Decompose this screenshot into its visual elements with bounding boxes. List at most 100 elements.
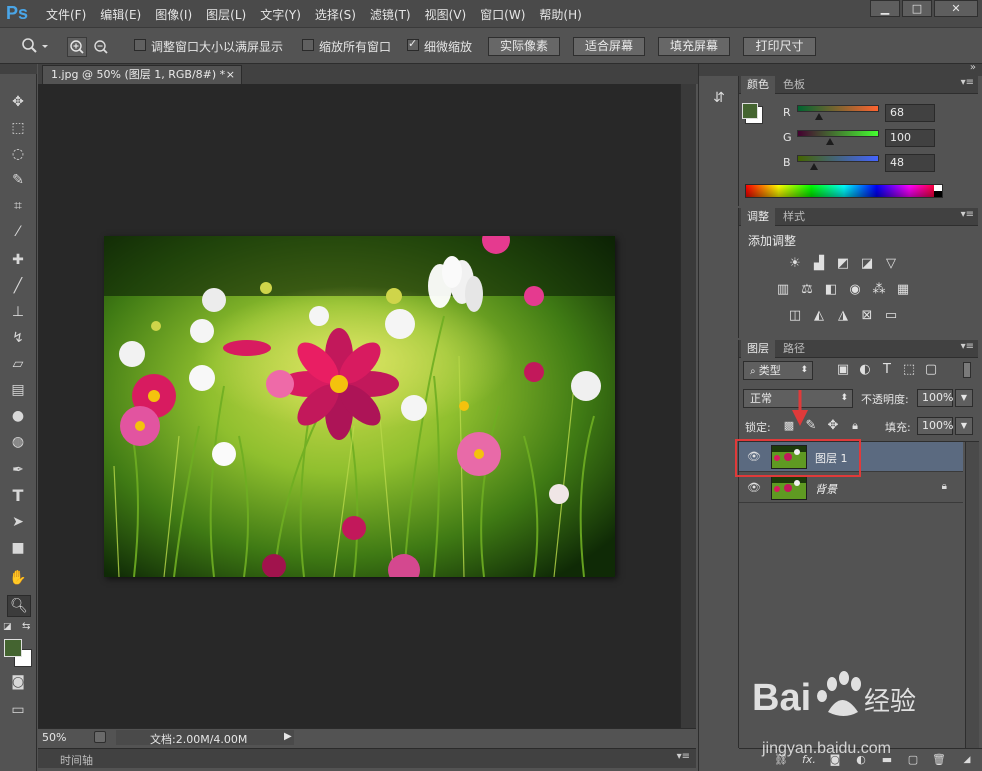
- tab-paths[interactable]: 路径: [777, 340, 811, 358]
- fill-screen-button[interactable]: 填充屏幕: [658, 37, 730, 56]
- maximize-icon[interactable]: □: [902, 0, 932, 17]
- menu-file[interactable]: 文件(F): [46, 6, 86, 23]
- fill-input[interactable]: 100%: [917, 417, 953, 435]
- print-size-button[interactable]: 打印尺寸: [743, 37, 816, 56]
- type-tool-icon[interactable]: T: [8, 486, 28, 506]
- status-menu-arrow-icon[interactable]: ▶: [284, 731, 292, 742]
- red-slider-thumb[interactable]: [815, 113, 823, 120]
- color-lookup-icon[interactable]: ▦: [895, 282, 911, 298]
- exposure-icon[interactable]: ◪: [859, 256, 875, 272]
- menu-select[interactable]: 选择(S): [315, 6, 356, 23]
- crop-tool-icon[interactable]: ⌗: [8, 196, 28, 216]
- blur-tool-icon[interactable]: ●: [8, 406, 28, 426]
- invert-icon[interactable]: ◫: [787, 308, 803, 324]
- canvas-vertical-scrollbar[interactable]: [680, 84, 696, 728]
- layer-filter-toggle[interactable]: [963, 362, 971, 378]
- filter-adjustment-layer-icon[interactable]: ◐: [857, 362, 873, 378]
- layer-row[interactable]: 👁︎ 背景 🔒︎: [739, 473, 963, 503]
- zoom-all-windows-checkbox[interactable]: [302, 39, 314, 51]
- gradient-tool-icon[interactable]: ▤: [8, 380, 28, 400]
- healing-brush-tool-icon[interactable]: ✚: [8, 250, 28, 270]
- menu-help[interactable]: 帮助(H): [539, 6, 581, 23]
- close-tab-icon[interactable]: ×: [226, 66, 235, 83]
- close-icon[interactable]: ✕: [934, 0, 978, 17]
- fill-dropdown-icon[interactable]: ▼: [955, 417, 973, 435]
- delete-layer-icon[interactable]: 🗑︎: [931, 753, 947, 767]
- zoom-in-icon[interactable]: [67, 37, 87, 57]
- menu-image[interactable]: 图像(I): [155, 6, 192, 23]
- red-slider-track[interactable]: [797, 105, 879, 112]
- flower-photo[interactable]: [104, 236, 615, 577]
- color-balance-icon[interactable]: ⚖: [799, 282, 815, 298]
- lasso-tool-icon[interactable]: ◌: [8, 144, 28, 164]
- filter-smart-object-icon[interactable]: ▢: [923, 362, 939, 378]
- green-slider-track[interactable]: [797, 130, 879, 137]
- swap-colors-icon[interactable]: ⇆: [22, 621, 34, 633]
- lock-all-icon[interactable]: 🔒︎: [847, 418, 863, 434]
- tab-swatches[interactable]: 色板: [777, 76, 811, 94]
- layer-name[interactable]: 图层 1: [815, 450, 848, 466]
- zoom-tool-preset-icon[interactable]: [20, 37, 48, 58]
- marquee-tool-icon[interactable]: ⬚: [8, 118, 28, 138]
- blue-value-input[interactable]: 48: [885, 154, 935, 172]
- menu-view[interactable]: 视图(V): [425, 6, 467, 23]
- history-brush-tool-icon[interactable]: ↯: [8, 328, 28, 348]
- brush-tool-icon[interactable]: ╱: [8, 276, 28, 296]
- filter-type-layer-icon[interactable]: T: [879, 362, 895, 378]
- threshold-icon[interactable]: ◮: [835, 308, 851, 324]
- move-tool-icon[interactable]: ✥: [8, 92, 28, 112]
- pen-tool-icon[interactable]: ✒: [8, 460, 28, 480]
- doc-status-icon[interactable]: [94, 731, 106, 743]
- menu-edit[interactable]: 编辑(E): [100, 6, 141, 23]
- photo-filter-icon[interactable]: ◉: [847, 282, 863, 298]
- default-colors-icon[interactable]: ◪: [3, 622, 13, 632]
- tab-layers[interactable]: 图层: [741, 340, 775, 358]
- levels-icon[interactable]: ▟: [811, 256, 827, 272]
- hue-saturation-icon[interactable]: ▥: [775, 282, 791, 298]
- layer-row[interactable]: 👁︎ 图层 1: [739, 442, 963, 472]
- opacity-dropdown-icon[interactable]: ▼: [955, 389, 973, 407]
- color-ramp[interactable]: [745, 184, 943, 198]
- layers-scrollbar[interactable]: [965, 442, 979, 748]
- menu-filter[interactable]: 滤镜(T): [370, 6, 411, 23]
- layer-filter-kind-dropdown[interactable]: ⌕ 类型 ⬍: [743, 361, 813, 380]
- new-adjustment-layer-icon[interactable]: ◐: [853, 753, 869, 767]
- gradient-map-icon[interactable]: ▭: [883, 308, 899, 324]
- color-panel-menu-icon[interactable]: ▾≡: [961, 77, 974, 88]
- scrubby-zoom-checkbox[interactable]: [407, 37, 419, 51]
- menu-layer[interactable]: 图层(L): [206, 6, 246, 23]
- curves-icon[interactable]: ◩: [835, 256, 851, 272]
- timeline-menu-icon[interactable]: ▾≡: [677, 751, 690, 762]
- screen-mode-icon[interactable]: ▭: [8, 700, 28, 720]
- blue-slider-thumb[interactable]: [810, 163, 818, 170]
- zoom-out-icon[interactable]: [92, 38, 110, 59]
- quick-mask-icon[interactable]: ◙: [8, 672, 28, 692]
- dodge-tool-icon[interactable]: ◍: [8, 432, 28, 452]
- rectangle-tool-icon[interactable]: ■: [8, 538, 28, 558]
- menu-window[interactable]: 窗口(W): [480, 6, 525, 23]
- path-selection-tool-icon[interactable]: ➤: [8, 512, 28, 532]
- layer-visibility-eye-icon[interactable]: 👁︎: [747, 481, 761, 495]
- link-layers-icon[interactable]: ⛓: [773, 753, 789, 767]
- foreground-color-swatch[interactable]: [4, 639, 22, 657]
- eraser-tool-icon[interactable]: ▱: [8, 354, 28, 374]
- channel-mixer-icon[interactable]: ⁂: [871, 282, 887, 298]
- adjustments-panel-menu-icon[interactable]: ▾≡: [961, 209, 974, 220]
- color-fg-swatch[interactable]: [742, 103, 758, 119]
- filter-pixel-layer-icon[interactable]: ▣: [835, 362, 851, 378]
- green-value-input[interactable]: 100: [885, 129, 935, 147]
- quick-selection-tool-icon[interactable]: ✎: [8, 170, 28, 190]
- add-mask-icon[interactable]: ◙: [827, 753, 843, 767]
- timeline-tab[interactable]: 时间轴: [60, 752, 93, 768]
- opacity-input[interactable]: 100%: [917, 389, 953, 407]
- collapse-dock-icon[interactable]: »: [970, 62, 976, 73]
- clone-stamp-tool-icon[interactable]: ⊥: [8, 302, 28, 322]
- tab-color[interactable]: 颜色: [741, 76, 775, 94]
- tab-adjustments[interactable]: 调整: [741, 208, 775, 226]
- zoom-level[interactable]: 50%: [42, 731, 66, 744]
- new-group-icon[interactable]: ▬: [879, 753, 895, 767]
- red-value-input[interactable]: 68: [885, 104, 935, 122]
- resize-grip-icon[interactable]: ◢: [959, 753, 975, 767]
- menu-type[interactable]: 文字(Y): [260, 6, 301, 23]
- layer-name[interactable]: 背景: [815, 481, 837, 497]
